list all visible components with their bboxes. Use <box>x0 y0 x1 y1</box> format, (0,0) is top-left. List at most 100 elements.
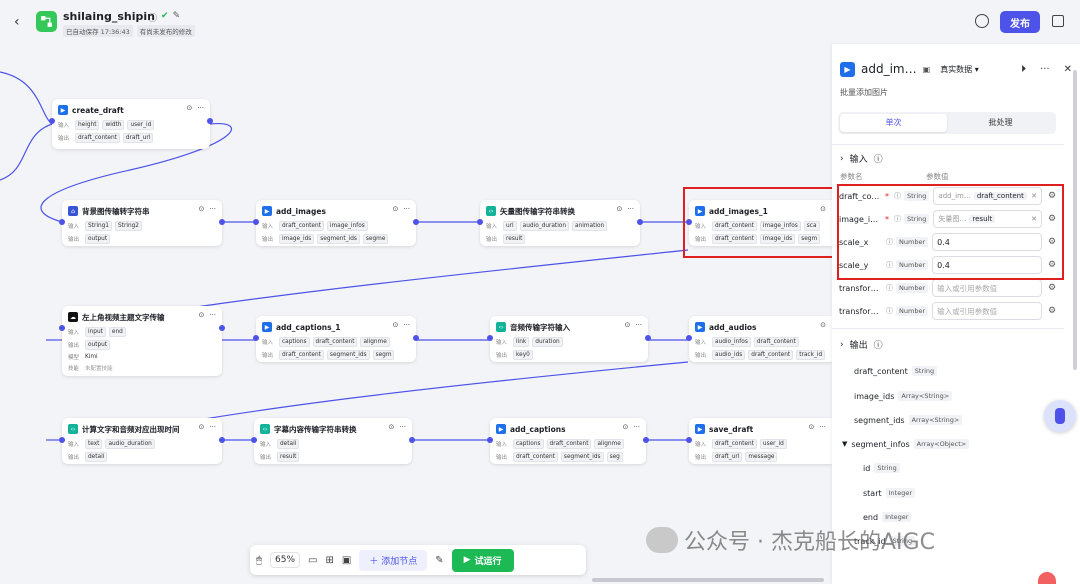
transform-x-input[interactable]: 输入或引用参数值 <box>932 279 1042 297</box>
node-output-port[interactable] <box>409 437 415 443</box>
node-input-port[interactable] <box>487 335 493 341</box>
input-section-header[interactable]: › 输入 ⓘ <box>840 152 883 166</box>
node-run-icon[interactable]: ⊙ <box>186 104 192 112</box>
node-output-port[interactable] <box>207 118 213 124</box>
node-create-draft[interactable]: ▶ create_draft ⊙ ··· 输入 height width user_id … <box>49 99 213 149</box>
node-run-icon[interactable]: ⊙ <box>198 311 204 319</box>
plugin-icon: ▶ <box>262 206 272 216</box>
node-run-icon[interactable]: ⊙ <box>808 423 814 431</box>
horizontal-scrollbar[interactable] <box>592 578 824 582</box>
node-output-port[interactable] <box>643 437 649 443</box>
zoom-select[interactable]: 65% <box>270 552 301 568</box>
node-input-port[interactable] <box>59 219 65 225</box>
collapse-chevron-icon: › <box>840 339 844 350</box>
node-output-port[interactable] <box>219 437 225 443</box>
transform-y-input[interactable]: 输入或引用参数值 <box>932 302 1042 320</box>
node-more-icon[interactable]: ··· <box>633 423 640 431</box>
copy-icon[interactable] <box>1052 15 1064 27</box>
node-input-port[interactable] <box>487 437 493 443</box>
node-run-icon[interactable]: ⊙ <box>198 205 204 213</box>
node-run-icon[interactable]: ⊙ <box>820 321 826 329</box>
node-input-port[interactable] <box>59 437 65 443</box>
node-run-icon[interactable]: ⊙ <box>392 321 398 329</box>
node-more-icon[interactable]: ··· <box>627 205 634 213</box>
node-more-icon[interactable]: ··· <box>209 205 216 213</box>
code-icon: ‹› <box>260 424 270 434</box>
node-add-captions[interactable]: ▶ add_captions ⊙ ··· 输入 captions draft_conte… <box>487 418 649 464</box>
node-more-icon[interactable]: ··· <box>209 311 216 319</box>
output-id: id String <box>863 463 900 473</box>
node-add-images[interactable]: ▶ add_images ⊙ ··· 输入 draft_content image_in… <box>253 200 419 246</box>
node-run-icon[interactable]: ⊙ <box>622 423 628 431</box>
output-end: end Integer <box>863 512 912 522</box>
node-input-port[interactable] <box>251 437 257 443</box>
node-input-port[interactable] <box>477 219 483 225</box>
node-input-port[interactable] <box>686 437 692 443</box>
settings-gear-icon[interactable]: ⚙ <box>1045 306 1059 316</box>
settings-gear-icon[interactable]: ⚙ <box>1045 283 1059 293</box>
node-more-icon[interactable]: ··· <box>403 321 410 329</box>
node-input-port[interactable] <box>49 118 55 124</box>
node-run-icon[interactable]: ⊙ <box>388 423 394 431</box>
node-caption-convert[interactable]: ‹› 字幕内容传输字符串转换 ⊙ ··· 输入 detail 输出 result <box>251 418 415 464</box>
node-more-icon[interactable]: ··· <box>399 423 406 431</box>
node-run-icon[interactable]: ⊙ <box>392 205 398 213</box>
expand-triangle-icon[interactable]: ▼ <box>842 440 847 448</box>
node-topleft-text-llm[interactable]: ☁ 左上角视频主题文字传输 ⊙ ··· 输入 input end 输出 output 模型… <box>59 306 225 376</box>
plugin-icon: ▶ <box>58 105 68 115</box>
mouse-mode-icon[interactable]: 🖱 <box>256 555 262 566</box>
node-more-icon[interactable]: ··· <box>635 321 642 329</box>
node-bg-image-convert[interactable]: ⌂ 背景图传输转字符串 ⊙ ··· 输入 String1 String2 输出 outpu… <box>59 200 225 246</box>
publish-button[interactable]: 发布 <box>1000 11 1040 33</box>
close-icon[interactable]: ✕ <box>1064 64 1072 75</box>
node-output-port[interactable] <box>219 325 225 331</box>
output-draft-content: draft_content String <box>854 366 938 376</box>
node-output-port[interactable] <box>645 335 651 341</box>
node-output-port[interactable] <box>413 335 419 341</box>
panel-node-title[interactable]: add_im… <box>861 62 917 76</box>
highlight-box-params <box>837 184 1064 280</box>
test-run-button[interactable]: ▶ 试运行 <box>451 548 514 572</box>
add-node-button[interactable]: ＋ 添加节点 <box>359 549 428 571</box>
run-node-icon[interactable]: ⏵ <box>1021 64 1026 75</box>
debug-icon[interactable]: ✎ <box>435 555 443 566</box>
more-icon[interactable]: ··· <box>1040 64 1050 75</box>
node-audio-text[interactable]: ‹› 音频传输字符输入 ⊙ ··· 输入 link duration 输出 key0 <box>487 316 651 362</box>
history-clock-icon[interactable] <box>975 14 989 28</box>
panel-vertical-scrollbar[interactable] <box>1073 70 1077 370</box>
output-segment-infos[interactable]: ▼ segment_infos Array<Object> <box>842 439 970 449</box>
floating-badge-icon <box>1038 572 1056 584</box>
node-more-icon[interactable]: ··· <box>209 423 216 431</box>
workflow-canvas[interactable]: ▶ create_draft ⊙ ··· 输入 height width user_id … <box>0 44 835 584</box>
assistant-icon <box>1055 408 1065 424</box>
comment-icon[interactable]: ▭ <box>308 555 317 566</box>
node-add-captions-1[interactable]: ▶ add_captions_1 ⊙ ··· 输入 captions draft_con… <box>253 316 419 362</box>
node-input-port[interactable] <box>253 335 259 341</box>
node-run-icon[interactable]: ⊙ <box>616 205 622 213</box>
node-more-icon[interactable]: ··· <box>819 423 826 431</box>
node-output-port[interactable] <box>413 219 419 225</box>
node-more-icon[interactable]: ··· <box>403 205 410 213</box>
floating-assistant-button[interactable] <box>1044 400 1076 432</box>
info-icon: ⓘ <box>886 284 893 292</box>
node-output-port[interactable] <box>637 219 643 225</box>
tab-batch[interactable]: 批处理 <box>947 114 1054 132</box>
node-input-port[interactable] <box>253 219 259 225</box>
node-output-port[interactable] <box>219 219 225 225</box>
minimap-icon[interactable]: ⊞ <box>325 555 333 566</box>
node-save-draft[interactable]: ▶ save_draft ⊙ ··· 输入 draft_content user_id … <box>686 418 832 464</box>
node-add-audios[interactable]: ▶ add_audios ⊙ 输入 audio_infos draft_content… <box>686 316 832 362</box>
node-run-icon[interactable]: ⊙ <box>624 321 630 329</box>
code-icon: ‹› <box>486 206 496 216</box>
auto-layout-icon[interactable]: ▣ <box>342 555 351 566</box>
output-section-header[interactable]: › 输出 ⓘ <box>840 338 883 352</box>
data-mode-select[interactable]: 真实数据 ▾ <box>940 64 979 75</box>
node-calc-time[interactable]: ‹› 计算文字和音频对应出现时间 ⊙ ··· 输入 text audio_duratio… <box>59 418 225 464</box>
output-segment-ids: segment_ids Array<String> <box>854 415 963 425</box>
node-input-port[interactable] <box>59 325 65 331</box>
node-input-port[interactable] <box>686 335 692 341</box>
tab-single[interactable]: 单次 <box>840 114 947 132</box>
node-more-icon[interactable]: ··· <box>197 104 204 112</box>
node-run-icon[interactable]: ⊙ <box>198 423 204 431</box>
node-vector-image-convert[interactable]: ‹› 矢量图传输字符串转换 ⊙ ··· 输入 url audio_duration ani… <box>477 200 643 246</box>
